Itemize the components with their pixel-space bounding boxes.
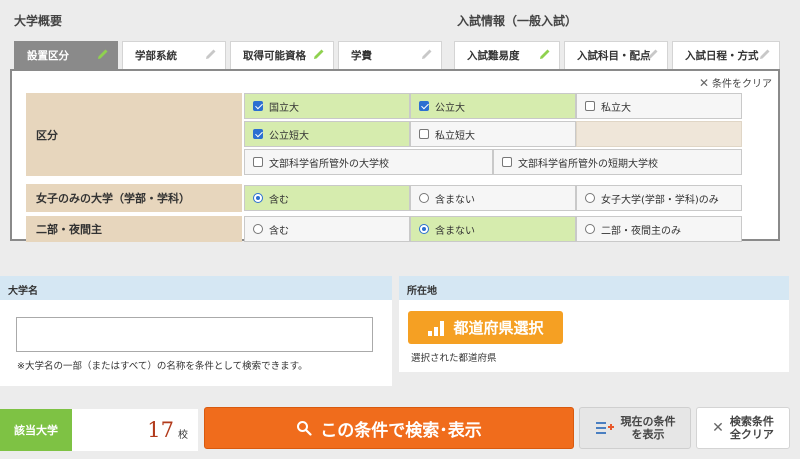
radio[interactable] xyxy=(585,193,595,203)
tab-label: 入試日程・方式 xyxy=(685,50,759,62)
option-label: 文部科学省所管外の大学校 xyxy=(269,158,389,170)
pencil-icon xyxy=(760,49,770,59)
option-private-junior[interactable]: 私立短大 xyxy=(410,121,576,147)
label-line: 全クリア xyxy=(729,428,774,441)
option-non-mext-junior-college[interactable]: 文部科学省所管外の短期大学校 xyxy=(493,149,742,175)
show-conditions-label: 現在の条件 を表示 xyxy=(621,415,676,441)
tab-label: 入試難易度 xyxy=(467,50,520,62)
condition-panel: ✕ 条件をクリア 区分 国立大 公立大 私立大 公立短大 私立短大 文部科学省所… xyxy=(10,69,780,242)
selected-prefecture-label: 選択された都道府県 xyxy=(411,353,497,364)
prefecture-select-button[interactable]: 都道府県選択 xyxy=(408,311,563,344)
option-label: 文部科学省所管外の短期大学校 xyxy=(518,158,658,170)
tab-label: 取得可能資格 xyxy=(243,50,306,62)
bar-chart-icon xyxy=(428,320,445,336)
row-label-night: 二部・夜間主 xyxy=(26,216,242,242)
pencil-icon xyxy=(314,49,324,59)
option-label: 公立短大 xyxy=(269,130,309,142)
option-label: 公立大 xyxy=(435,102,465,114)
label-line: 検索条件 xyxy=(729,415,774,428)
tab-faculty[interactable]: 学部系統 xyxy=(122,41,226,69)
option-non-mext-college[interactable]: 文部科学省所管外の大学校 xyxy=(244,149,493,175)
radio[interactable] xyxy=(585,224,595,234)
label-line: を表示 xyxy=(631,428,665,441)
tab-label: 学部系統 xyxy=(135,50,177,62)
pencil-icon xyxy=(98,49,108,59)
option-night-only[interactable]: 二部・夜間主のみ xyxy=(576,216,742,242)
option-women-only[interactable]: 女子大学(学部・学科)のみ xyxy=(576,185,742,211)
box-header: 所在地 xyxy=(399,276,789,300)
name-note: ※大学名の一部（またはすべて）の名称を条件として検索できます。 xyxy=(17,361,308,372)
section-title-overview: 大学概要 xyxy=(14,14,63,28)
tab-subjects[interactable]: 入試科目・配点 xyxy=(564,41,668,69)
search-button[interactable]: この条件で検索･表示 xyxy=(204,407,574,449)
checkbox[interactable] xyxy=(502,157,512,167)
radio[interactable] xyxy=(253,224,263,234)
checkbox[interactable] xyxy=(253,129,263,139)
tab-tuition[interactable]: 学費 xyxy=(338,41,442,69)
list-add-icon xyxy=(595,422,614,434)
option-label: 含む xyxy=(269,194,289,206)
search-button-label: この条件で検索･表示 xyxy=(320,420,482,441)
radio[interactable] xyxy=(419,193,429,203)
checkbox[interactable] xyxy=(253,157,263,167)
tab-schedule[interactable]: 入試日程・方式 xyxy=(672,41,780,69)
option-label: 私立短大 xyxy=(435,130,475,142)
option-public[interactable]: 公立大 xyxy=(410,93,576,119)
row-label-category: 区分 xyxy=(26,93,242,176)
pencil-icon xyxy=(206,49,216,59)
option-night-include[interactable]: 含む xyxy=(244,216,410,242)
option-national[interactable]: 国立大 xyxy=(244,93,410,119)
clear-conditions-link[interactable]: ✕ 条件をクリア xyxy=(698,75,772,91)
checkbox[interactable] xyxy=(419,101,429,111)
row-label-women-only: 女子のみの大学（学部・学科） xyxy=(26,184,242,212)
option-night-exclude[interactable]: 含まない xyxy=(410,216,576,242)
option-private[interactable]: 私立大 xyxy=(576,93,742,119)
close-icon: ✕ xyxy=(712,420,724,436)
pencil-icon xyxy=(422,49,432,59)
option-label: 含まない xyxy=(435,194,475,206)
clear-label: 条件をクリア xyxy=(712,79,772,90)
option-women-include[interactable]: 含む xyxy=(244,185,410,211)
checkbox[interactable] xyxy=(253,101,263,111)
radio[interactable] xyxy=(419,224,429,234)
matching-count: 17 校 xyxy=(72,409,198,451)
clear-all-label: 検索条件 全クリア xyxy=(730,415,774,441)
search-form-page: 大学概要 入試情報（一般入試） 設置区分 学部系統 取得可能資格 学費 入試難易… xyxy=(0,0,800,459)
option-label: 女子大学(学部・学科)のみ xyxy=(601,194,719,206)
search-icon xyxy=(297,421,312,436)
show-conditions-button[interactable]: 現在の条件 を表示 xyxy=(579,407,691,449)
pencil-icon xyxy=(540,49,550,59)
option-label: 含まない xyxy=(435,225,475,237)
radio[interactable] xyxy=(253,193,263,203)
option-label: 私立大 xyxy=(601,102,631,114)
matching-count-label: 該当大学 xyxy=(0,409,72,451)
count-value: 17 xyxy=(147,418,174,442)
option-women-exclude[interactable]: 含まない xyxy=(410,185,576,211)
close-icon: ✕ xyxy=(698,75,709,90)
checkbox[interactable] xyxy=(419,129,429,139)
box-header: 大学名 xyxy=(0,276,392,300)
count-unit: 校 xyxy=(178,429,188,441)
option-label: 国立大 xyxy=(269,102,299,114)
tab-label: 設置区分 xyxy=(27,50,69,62)
tab-label: 学費 xyxy=(351,50,372,62)
section-title-exam: 入試情報（一般入試） xyxy=(457,14,578,28)
option-public-junior[interactable]: 公立短大 xyxy=(244,121,410,147)
option-label: 二部・夜間主のみ xyxy=(601,225,681,237)
university-name-input[interactable] xyxy=(16,317,373,352)
tab-establishment[interactable]: 設置区分 xyxy=(14,41,118,69)
tab-qualification[interactable]: 取得可能資格 xyxy=(230,41,334,69)
clear-all-button[interactable]: ✕ 検索条件 全クリア xyxy=(696,407,790,449)
checkbox[interactable] xyxy=(585,101,595,111)
empty-cell xyxy=(576,121,742,147)
tab-difficulty[interactable]: 入試難易度 xyxy=(454,41,560,69)
prefecture-button-label: 都道府県選択 xyxy=(453,319,544,337)
option-label: 含む xyxy=(269,225,289,237)
pencil-icon xyxy=(648,49,658,59)
label-line: 現在の条件 xyxy=(620,415,676,428)
tab-label: 入試科目・配点 xyxy=(577,50,651,62)
